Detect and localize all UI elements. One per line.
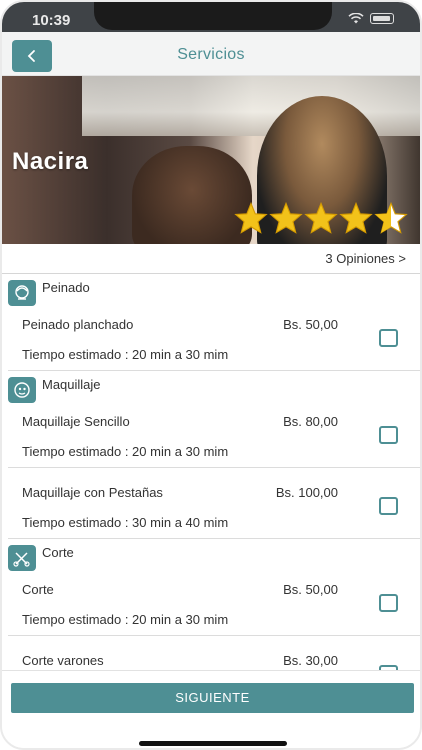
service-item[interactable]: Corte varones Bs. 30,00 (2, 650, 420, 670)
phone-screen: 10:39 Servicios Nacira 3 Opiniones > Pei… (0, 0, 422, 750)
status-bar: 10:39 (2, 2, 420, 32)
service-checkbox[interactable] (379, 594, 398, 612)
status-time: 10:39 (32, 12, 71, 29)
service-checkbox[interactable] (379, 329, 398, 347)
page-title: Servicios (177, 46, 245, 63)
status-icons (348, 13, 394, 24)
salon-name: Nacira (12, 148, 89, 175)
star-icon (234, 202, 268, 234)
service-price: Bs. 50,00 (283, 317, 338, 332)
service-price: Bs. 100,00 (275, 485, 338, 500)
service-time: Tiempo estimado : 20 min a 30 mim (22, 444, 229, 459)
service-time: Tiempo estimado : 20 min a 30 mim (22, 612, 229, 627)
service-name: Corte (22, 582, 54, 597)
service-item[interactable]: Maquillaje Sencillo Bs. 80,00 Tiempo est… (2, 411, 420, 467)
next-button[interactable]: SIGUIENTE (11, 683, 414, 713)
category-name: Maquillaje (42, 377, 101, 392)
category-name: Peinado (42, 280, 90, 295)
service-price: Bs. 30,00 (283, 653, 338, 668)
service-price: Bs. 80,00 (283, 414, 338, 429)
star-icon (269, 202, 303, 234)
category-header: Maquillaje (2, 371, 420, 411)
services-list[interactable]: Peinado Peinado planchado Bs. 50,00 Tiem… (2, 274, 420, 670)
rating-stars (234, 202, 408, 234)
category-header: Corte (2, 539, 420, 579)
reviews-link[interactable]: 3 Opiniones > (325, 251, 406, 266)
service-checkbox[interactable] (379, 426, 398, 444)
nav-bar: Servicios (2, 32, 420, 76)
star-icon (304, 202, 338, 234)
service-item[interactable]: Maquillaje con Pestañas Bs. 100,00 Tiemp… (2, 482, 420, 538)
hairstyle-icon (8, 280, 36, 306)
service-item[interactable]: Peinado planchado Bs. 50,00 Tiempo estim… (2, 314, 420, 370)
wifi-icon (348, 13, 364, 24)
category-header: Peinado (2, 274, 420, 314)
category-name: Corte (42, 545, 74, 560)
notch (94, 2, 332, 30)
home-indicator (139, 741, 287, 746)
service-checkbox[interactable] (379, 497, 398, 515)
service-name: Maquillaje con Pestañas (22, 485, 163, 500)
service-name: Corte varones (22, 653, 104, 668)
half-star-icon (374, 202, 408, 234)
battery-icon (370, 13, 394, 24)
service-time: Tiempo estimado : 20 min a 30 mim (22, 347, 229, 362)
service-price: Bs. 50,00 (283, 582, 338, 597)
service-item[interactable]: Corte Bs. 50,00 Tiempo estimado : 20 min… (2, 579, 420, 635)
makeup-icon (8, 377, 36, 403)
service-time: Tiempo estimado : 30 min a 40 mim (22, 515, 229, 530)
service-name: Maquillaje Sencillo (22, 414, 130, 429)
star-icon (339, 202, 373, 234)
scissors-comb-icon (8, 545, 36, 571)
footer: SIGUIENTE (2, 670, 420, 748)
salon-banner: Nacira (2, 76, 420, 244)
service-name: Peinado planchado (22, 317, 134, 332)
